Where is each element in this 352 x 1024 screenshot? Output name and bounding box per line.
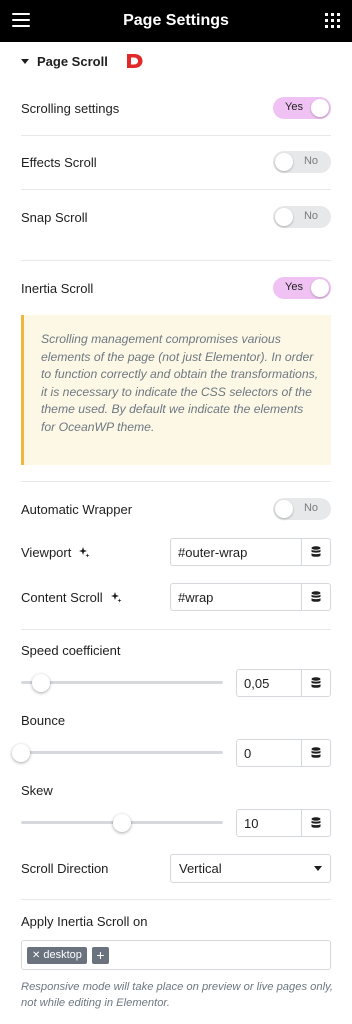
divider xyxy=(21,481,331,482)
effects-scroll-row: Effects Scroll No xyxy=(21,150,331,174)
automatic-wrapper-switch[interactable]: No xyxy=(273,498,331,520)
top-bar: Page Settings xyxy=(0,0,352,42)
apply-inertia-label: Apply Inertia Scroll on xyxy=(21,914,148,929)
responsive-mode-note: Responsive mode will take place on previ… xyxy=(21,981,333,1009)
skew-input[interactable] xyxy=(236,809,302,837)
bounce-label: Bounce xyxy=(21,713,66,728)
divider xyxy=(21,899,331,900)
database-icon xyxy=(311,817,321,828)
switch-knob xyxy=(275,500,293,518)
ai-sparkle-icon[interactable] xyxy=(78,546,90,558)
content-scroll-dynamic-tags-button[interactable] xyxy=(301,583,331,611)
scrolling-settings-switch[interactable]: Yes xyxy=(273,97,331,119)
scrolling-settings-label: Scrolling settings xyxy=(21,100,120,116)
device-tags-field[interactable]: ✕ desktop + xyxy=(21,940,331,970)
scroll-direction-value: Vertical xyxy=(179,861,222,876)
viewport-label: Viewport xyxy=(21,544,72,560)
page-title: Page Settings xyxy=(123,12,229,29)
speed-coefficient-handle[interactable] xyxy=(32,674,51,692)
remove-tag-icon[interactable]: ✕ xyxy=(32,947,40,964)
snap-scroll-switch[interactable]: No xyxy=(273,206,331,228)
divider xyxy=(21,629,331,630)
divider xyxy=(21,189,331,190)
snap-scroll-row: Snap Scroll No xyxy=(21,205,331,229)
effects-scroll-label: Effects Scroll xyxy=(21,154,97,170)
speed-coefficient-input[interactable] xyxy=(236,669,302,697)
snap-scroll-label: Snap Scroll xyxy=(21,209,88,225)
divider xyxy=(21,135,331,136)
hamburger-menu-icon[interactable] xyxy=(12,13,30,27)
switch-state-label: No xyxy=(303,155,318,167)
skew-label: Skew xyxy=(21,783,53,798)
switch-state-label: Yes xyxy=(285,281,303,293)
section-toggle-page-scroll[interactable]: Page Scroll xyxy=(21,52,108,70)
speed-coefficient-track[interactable] xyxy=(21,681,223,684)
viewport-dynamic-tags-button[interactable] xyxy=(301,538,331,566)
content-scroll-selector-input[interactable] xyxy=(170,583,302,611)
scrolling-settings-row: Scrolling settings Yes xyxy=(21,96,331,120)
chevron-down-icon xyxy=(314,866,322,871)
database-icon xyxy=(311,591,321,602)
effects-scroll-switch[interactable]: No xyxy=(273,151,331,173)
ai-sparkle-icon[interactable] xyxy=(110,591,122,603)
inertia-scroll-label: Inertia Scroll xyxy=(21,280,94,296)
skew-handle[interactable] xyxy=(113,814,131,832)
database-icon xyxy=(311,747,321,758)
device-tag-label: desktop xyxy=(43,948,82,961)
switch-knob xyxy=(311,279,329,297)
caret-down-icon xyxy=(21,58,29,64)
database-icon xyxy=(311,677,321,688)
bounce-input[interactable] xyxy=(236,739,302,767)
switch-knob xyxy=(275,153,293,171)
scroll-direction-select[interactable]: Vertical xyxy=(170,854,331,883)
speed-coefficient-dynamic-tags-button[interactable] xyxy=(301,669,331,697)
automatic-wrapper-label: Automatic Wrapper xyxy=(21,501,133,517)
skew-dynamic-tags-button[interactable] xyxy=(301,809,331,837)
content-scroll-label-row: Content Scroll xyxy=(21,585,161,609)
database-icon xyxy=(311,546,321,557)
inertia-scroll-switch[interactable]: Yes xyxy=(273,277,331,299)
device-tag[interactable]: ✕ desktop xyxy=(27,946,87,964)
bounce-track[interactable] xyxy=(21,751,223,754)
switch-knob xyxy=(275,208,293,226)
section-title: Page Scroll xyxy=(37,53,108,69)
bounce-handle[interactable] xyxy=(12,744,30,762)
theme-selectors-notice: Scrolling management compromises various… xyxy=(21,315,331,465)
switch-state-label: Yes xyxy=(285,101,303,113)
add-tag-button[interactable]: + xyxy=(91,946,109,964)
scroll-direction-label: Scroll Direction xyxy=(21,861,109,876)
content-scroll-label: Content Scroll xyxy=(21,589,103,605)
switch-state-label: No xyxy=(303,502,318,514)
inertia-scroll-row: Inertia Scroll Yes xyxy=(21,276,331,300)
viewport-label-row: Viewport xyxy=(21,540,161,564)
switch-state-label: No xyxy=(303,210,318,222)
viewport-selector-input[interactable] xyxy=(170,538,302,566)
apps-grid-icon[interactable] xyxy=(325,13,340,28)
bounce-dynamic-tags-button[interactable] xyxy=(301,739,331,767)
speed-coefficient-label: Speed coefficient xyxy=(21,643,121,658)
automatic-wrapper-row: Automatic Wrapper No xyxy=(21,497,331,521)
switch-knob xyxy=(311,99,329,117)
plugin-logo-icon xyxy=(127,54,143,68)
divider xyxy=(21,260,331,261)
